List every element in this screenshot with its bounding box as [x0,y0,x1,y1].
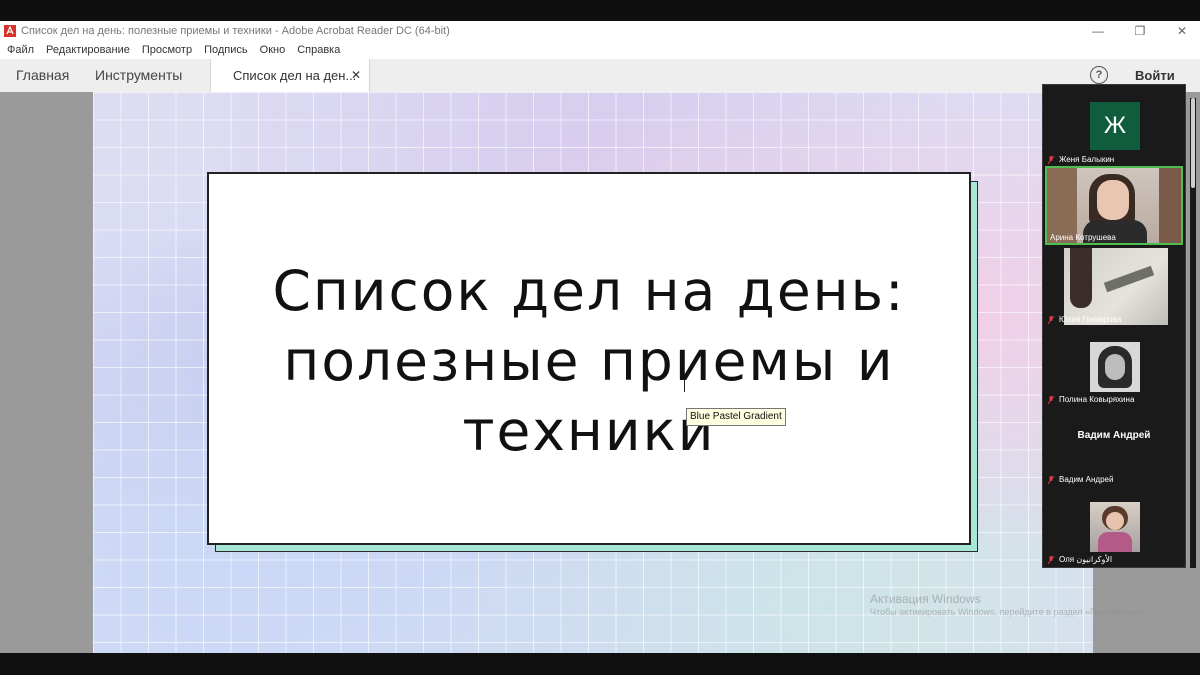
participant-name: Юлия Гончарова [1059,315,1122,324]
participant-tile[interactable]: Ж Женя Балыкин [1045,86,1183,165]
menu-view[interactable]: Просмотр [142,44,192,56]
close-tab-icon[interactable]: ✕ [351,59,361,92]
menu-bar: Файл Редактирование Просмотр Подпись Окн… [0,41,1200,59]
participant-name: Полина Ковыряхина [1059,395,1135,404]
close-window-button[interactable]: ✕ [1176,24,1188,38]
muted-mic-icon [1048,155,1054,164]
participant-tile[interactable]: Оля الأوكرانيون [1045,486,1183,565]
participant-avatar: Ж [1090,102,1140,150]
menu-help[interactable]: Справка [297,44,340,56]
participant-name: Вадим Андрей [1059,475,1114,484]
screen-bottom-border [0,653,1200,675]
tab-bar: Главная Инструменты Список дел на ден...… [0,59,1200,93]
window-title: Список дел на день: полезные приемы и те… [21,25,450,37]
participant-video [1064,248,1168,325]
participant-name: Арина Котрушева [1050,233,1116,242]
muted-mic-icon [1048,475,1054,484]
menu-sign[interactable]: Подпись [204,44,248,56]
document-tab-label: Список дел на ден... [233,68,357,83]
muted-mic-icon [1048,395,1054,404]
participant-display-name: Вадим Андрей [1077,430,1151,441]
windows-activation-text: Чтобы активировать Windows, перейдите в … [870,607,1146,617]
menu-edit[interactable]: Редактирование [46,44,130,56]
participant-video [1090,342,1140,392]
slide-title-line-1: Список дел на день: [272,259,906,323]
participant-tile[interactable]: Юлия Гончарова [1045,246,1183,325]
screen-top-border [0,0,1200,21]
menu-file[interactable]: Файл [7,44,34,56]
participant-tile[interactable]: Полина Ковыряхина [1045,326,1183,405]
tab-document[interactable]: Список дел на ден... ✕ [210,59,370,92]
windows-activation-title: Активация Windows [870,592,981,606]
restore-button[interactable]: ❐ [1134,24,1146,38]
minimize-button[interactable]: — [1092,24,1104,38]
window-titlebar: Список дел на день: полезные приемы и те… [0,21,1200,41]
participant-video [1090,502,1140,552]
participants-scroll-thumb[interactable] [1191,98,1195,188]
text-cursor-icon [684,380,687,392]
participant-video [1047,168,1181,243]
tab-home[interactable]: Главная [16,59,69,92]
help-icon[interactable]: ? [1090,66,1108,84]
menu-window[interactable]: Окно [260,44,286,56]
participant-tile[interactable]: Вадим Андрей Вадим Андрей [1045,406,1183,485]
participant-tile-active[interactable]: Арина Котрушева [1045,166,1183,245]
participant-name: Женя Балыкин [1059,155,1115,164]
participant-name: Оля الأوكرانيون [1059,555,1113,564]
muted-mic-icon [1048,315,1054,324]
tab-tools[interactable]: Инструменты [95,59,182,92]
slide-title-line-2: полезные приемы и [283,329,895,393]
slide-title-line-3: техники [462,399,716,463]
tooltip: Blue Pastel Gradient [686,408,786,426]
slide-title: Список дел на день: полезные приемы и те… [207,256,971,466]
acrobat-icon [4,25,16,37]
muted-mic-icon [1048,555,1054,564]
participants-panel: Ж Женя Балыкин Арина Котрушева Юлия Гонч… [1042,84,1186,568]
